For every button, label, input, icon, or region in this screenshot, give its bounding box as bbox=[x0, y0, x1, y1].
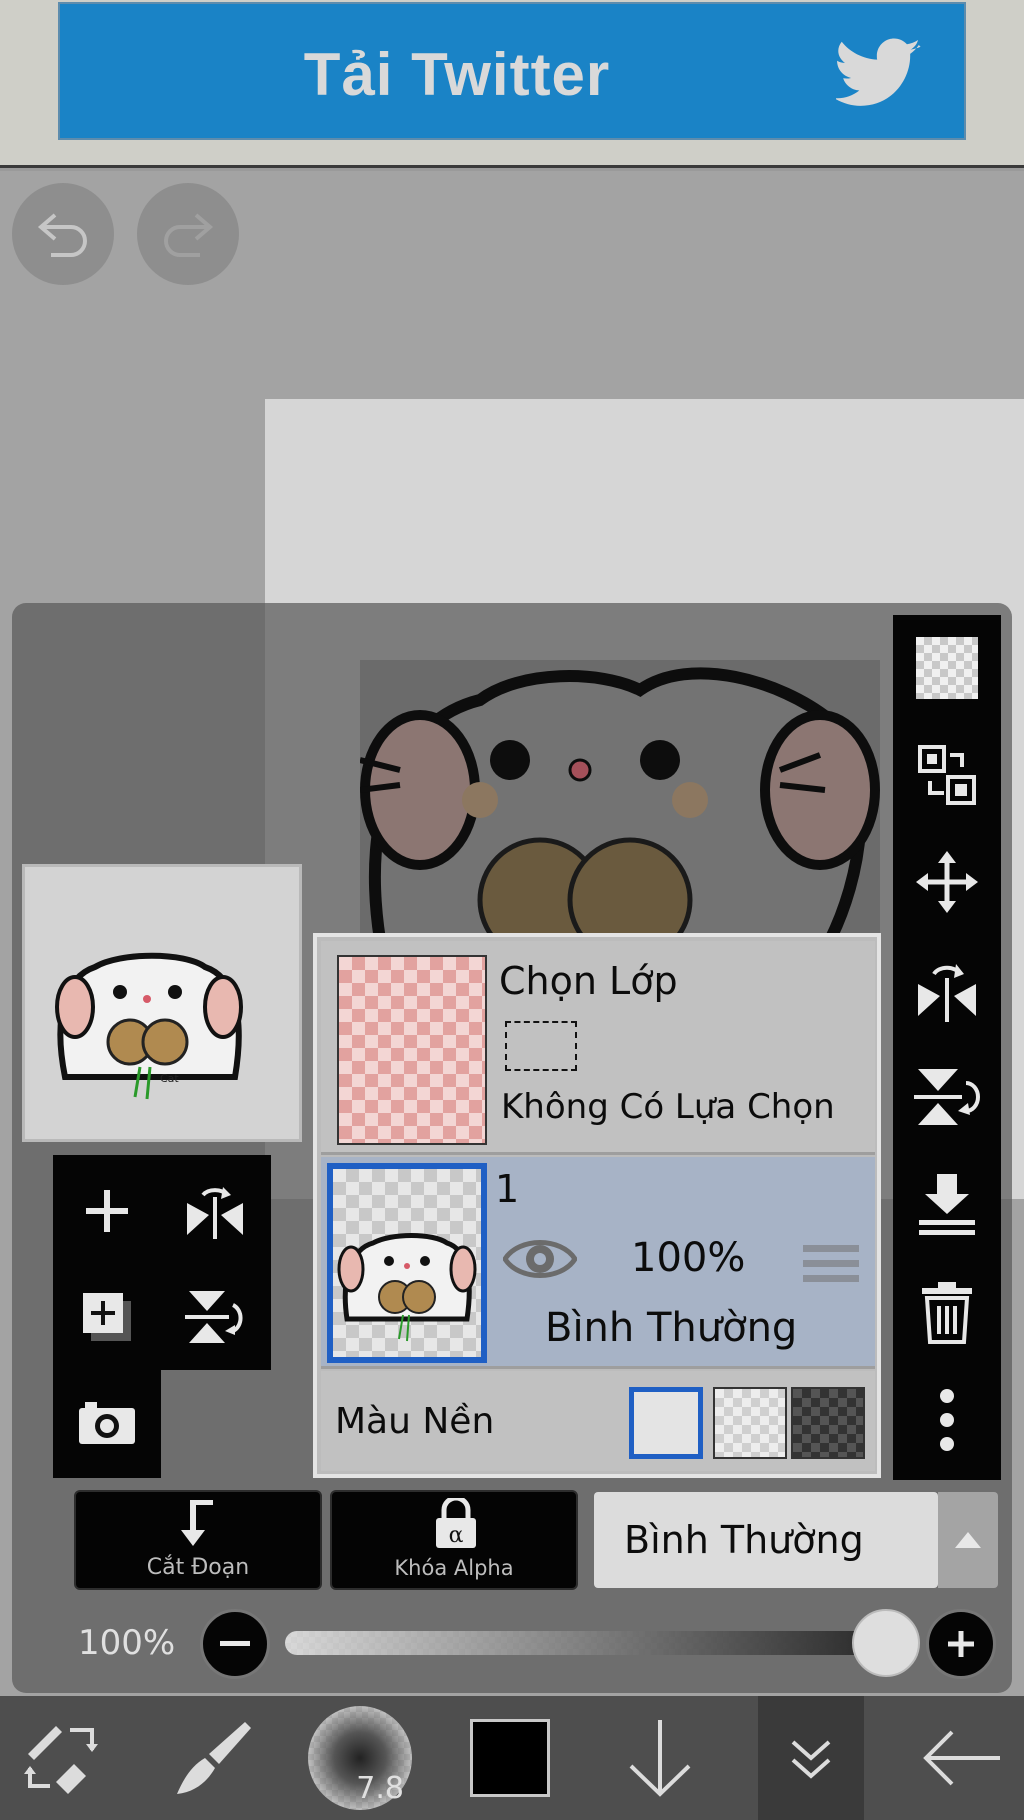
opacity-increase-button[interactable] bbox=[926, 1609, 996, 1679]
clipping-button[interactable]: Cắt Đoạn bbox=[74, 1490, 322, 1590]
bg-transparent-option[interactable] bbox=[713, 1387, 787, 1459]
delete-layer-button[interactable] bbox=[893, 1267, 1001, 1357]
ad-label: Tải Twitter bbox=[303, 41, 611, 108]
opacity-slider-knob[interactable] bbox=[852, 1609, 920, 1677]
flip-horizontal-button[interactable] bbox=[893, 945, 1001, 1035]
minus-icon bbox=[220, 1641, 250, 1646]
transparent-bg-icon bbox=[916, 637, 978, 699]
layer-1-thumbnail bbox=[327, 1163, 487, 1363]
layer-1-blend-mode: Bình Thường bbox=[545, 1305, 798, 1351]
brush-tool-button[interactable] bbox=[150, 1696, 276, 1820]
pen-eraser-toggle-button[interactable] bbox=[0, 1696, 126, 1820]
layer-1-number: 1 bbox=[495, 1167, 520, 1211]
undo-button[interactable] bbox=[12, 183, 114, 285]
thumbnail-artwork: Cat bbox=[55, 952, 243, 1100]
alpha-lock-label: Khóa Alpha bbox=[394, 1556, 514, 1580]
duplicate-layer-button[interactable] bbox=[53, 1265, 161, 1369]
swap-layer-button[interactable] bbox=[893, 730, 1001, 820]
alpha-lock-button[interactable]: α Khóa Alpha bbox=[330, 1490, 578, 1590]
triangle-up-icon bbox=[955, 1532, 981, 1548]
opacity-value: 100% bbox=[78, 1623, 176, 1663]
back-button[interactable] bbox=[900, 1696, 1024, 1820]
merge-down-icon bbox=[919, 1174, 975, 1235]
background-color-label: Màu Nền bbox=[335, 1401, 495, 1442]
layer-right-toolbar bbox=[893, 615, 1001, 1480]
add-layer-icon bbox=[86, 1190, 128, 1232]
drag-handle-icon bbox=[803, 1245, 859, 1282]
eye-icon bbox=[502, 1240, 578, 1278]
flip-layer-vertical-icon bbox=[185, 1291, 243, 1343]
undo-icon bbox=[37, 213, 87, 257]
trash-icon bbox=[922, 1282, 972, 1344]
layer-actions-row: Cắt Đoạn α Khóa Alpha Bình Thường bbox=[0, 1488, 1024, 1594]
layer-1-artwork bbox=[337, 1233, 477, 1342]
brush-size-button[interactable]: 7.8 bbox=[300, 1696, 420, 1820]
move-icon bbox=[916, 851, 978, 913]
opacity-decrease-button[interactable] bbox=[200, 1609, 270, 1679]
canvas-thumbnail[interactable]: Cat bbox=[22, 864, 302, 1142]
selection-layer-row[interactable]: Chọn Lớp Không Có Lựa Chọn bbox=[321, 941, 875, 1155]
blend-mode-value: Bình Thường bbox=[624, 1518, 864, 1562]
camera-icon bbox=[79, 1402, 135, 1444]
flip-vertical-button[interactable] bbox=[893, 1052, 1001, 1142]
thumbnail-signature: Cat bbox=[160, 1072, 179, 1085]
selection-marquee-icon bbox=[505, 1021, 577, 1071]
flip-layer-vertical-button[interactable] bbox=[161, 1265, 269, 1369]
transparent-bg-button[interactable] bbox=[893, 623, 1001, 713]
ad-banner: Tải Twitter bbox=[0, 0, 1024, 168]
current-color-swatch bbox=[470, 1719, 550, 1797]
bg-white-option[interactable] bbox=[629, 1387, 703, 1459]
opacity-row: 100% bbox=[0, 1605, 1024, 1685]
merge-down-button[interactable] bbox=[893, 1160, 1001, 1250]
bottom-toolbar: 7.8 bbox=[0, 1696, 1024, 1820]
flip-vertical-icon bbox=[914, 1069, 980, 1125]
clipping-arrow-icon bbox=[181, 1500, 213, 1546]
scroll-down-button[interactable] bbox=[610, 1696, 710, 1820]
redo-button[interactable] bbox=[137, 183, 239, 285]
lock-icon: α bbox=[436, 1498, 476, 1548]
more-vertical-icon bbox=[940, 1389, 954, 1451]
selection-layer-thumbnail bbox=[337, 955, 487, 1145]
brush-icon bbox=[177, 1722, 251, 1794]
layer-drag-handle[interactable] bbox=[803, 1241, 859, 1287]
download-twitter-ad-button[interactable]: Tải Twitter bbox=[58, 2, 966, 140]
flip-horizontal-icon bbox=[918, 964, 976, 1022]
move-button[interactable] bbox=[893, 837, 1001, 927]
opacity-slider[interactable] bbox=[285, 1631, 885, 1655]
blend-mode-dropdown-button[interactable] bbox=[938, 1492, 998, 1588]
layer-visibility-toggle[interactable] bbox=[502, 1231, 578, 1287]
layers-panel-button[interactable] bbox=[758, 1696, 864, 1820]
brush-size-value: 7.8 bbox=[356, 1771, 404, 1806]
twitter-bird-icon bbox=[836, 38, 921, 106]
redo-icon bbox=[164, 213, 214, 257]
clipping-label: Cắt Đoạn bbox=[146, 1555, 250, 1580]
canvas-artwork bbox=[360, 660, 880, 940]
svg-text:α: α bbox=[449, 1523, 464, 1548]
plus-icon bbox=[948, 1631, 974, 1657]
layer-1-row[interactable]: 1 100% Bình Thường bbox=[321, 1157, 875, 1369]
blend-mode-select[interactable]: Bình Thường bbox=[594, 1492, 938, 1588]
flip-layer-horizontal-icon bbox=[187, 1187, 243, 1239]
flip-layer-horizontal-button[interactable] bbox=[161, 1159, 269, 1263]
selection-status: Không Có Lựa Chọn bbox=[501, 1087, 835, 1127]
layer-list: Chọn Lớp Không Có Lựa Chọn 1 100% Bình T… bbox=[313, 933, 881, 1478]
chevron-double-down-icon bbox=[791, 1740, 831, 1779]
layer-tools bbox=[53, 1155, 271, 1478]
add-layer-button[interactable] bbox=[53, 1159, 161, 1263]
background-color-row: Màu Nền bbox=[321, 1371, 875, 1471]
color-picker-button[interactable] bbox=[460, 1696, 560, 1820]
more-options-button[interactable] bbox=[893, 1375, 1001, 1465]
arrow-left-icon bbox=[923, 1730, 1000, 1786]
selection-layer-title: Chọn Lớp bbox=[499, 959, 678, 1003]
bg-dark-option[interactable] bbox=[791, 1387, 865, 1459]
arrow-down-icon bbox=[629, 1720, 691, 1797]
layer-1-opacity: 100% bbox=[631, 1235, 746, 1281]
pen-eraser-swap-icon bbox=[24, 1726, 98, 1794]
duplicate-layer-icon bbox=[83, 1293, 131, 1341]
swap-layer-icon bbox=[918, 745, 976, 805]
brush-size-preview: 7.8 bbox=[308, 1706, 412, 1810]
camera-button[interactable] bbox=[53, 1370, 161, 1474]
